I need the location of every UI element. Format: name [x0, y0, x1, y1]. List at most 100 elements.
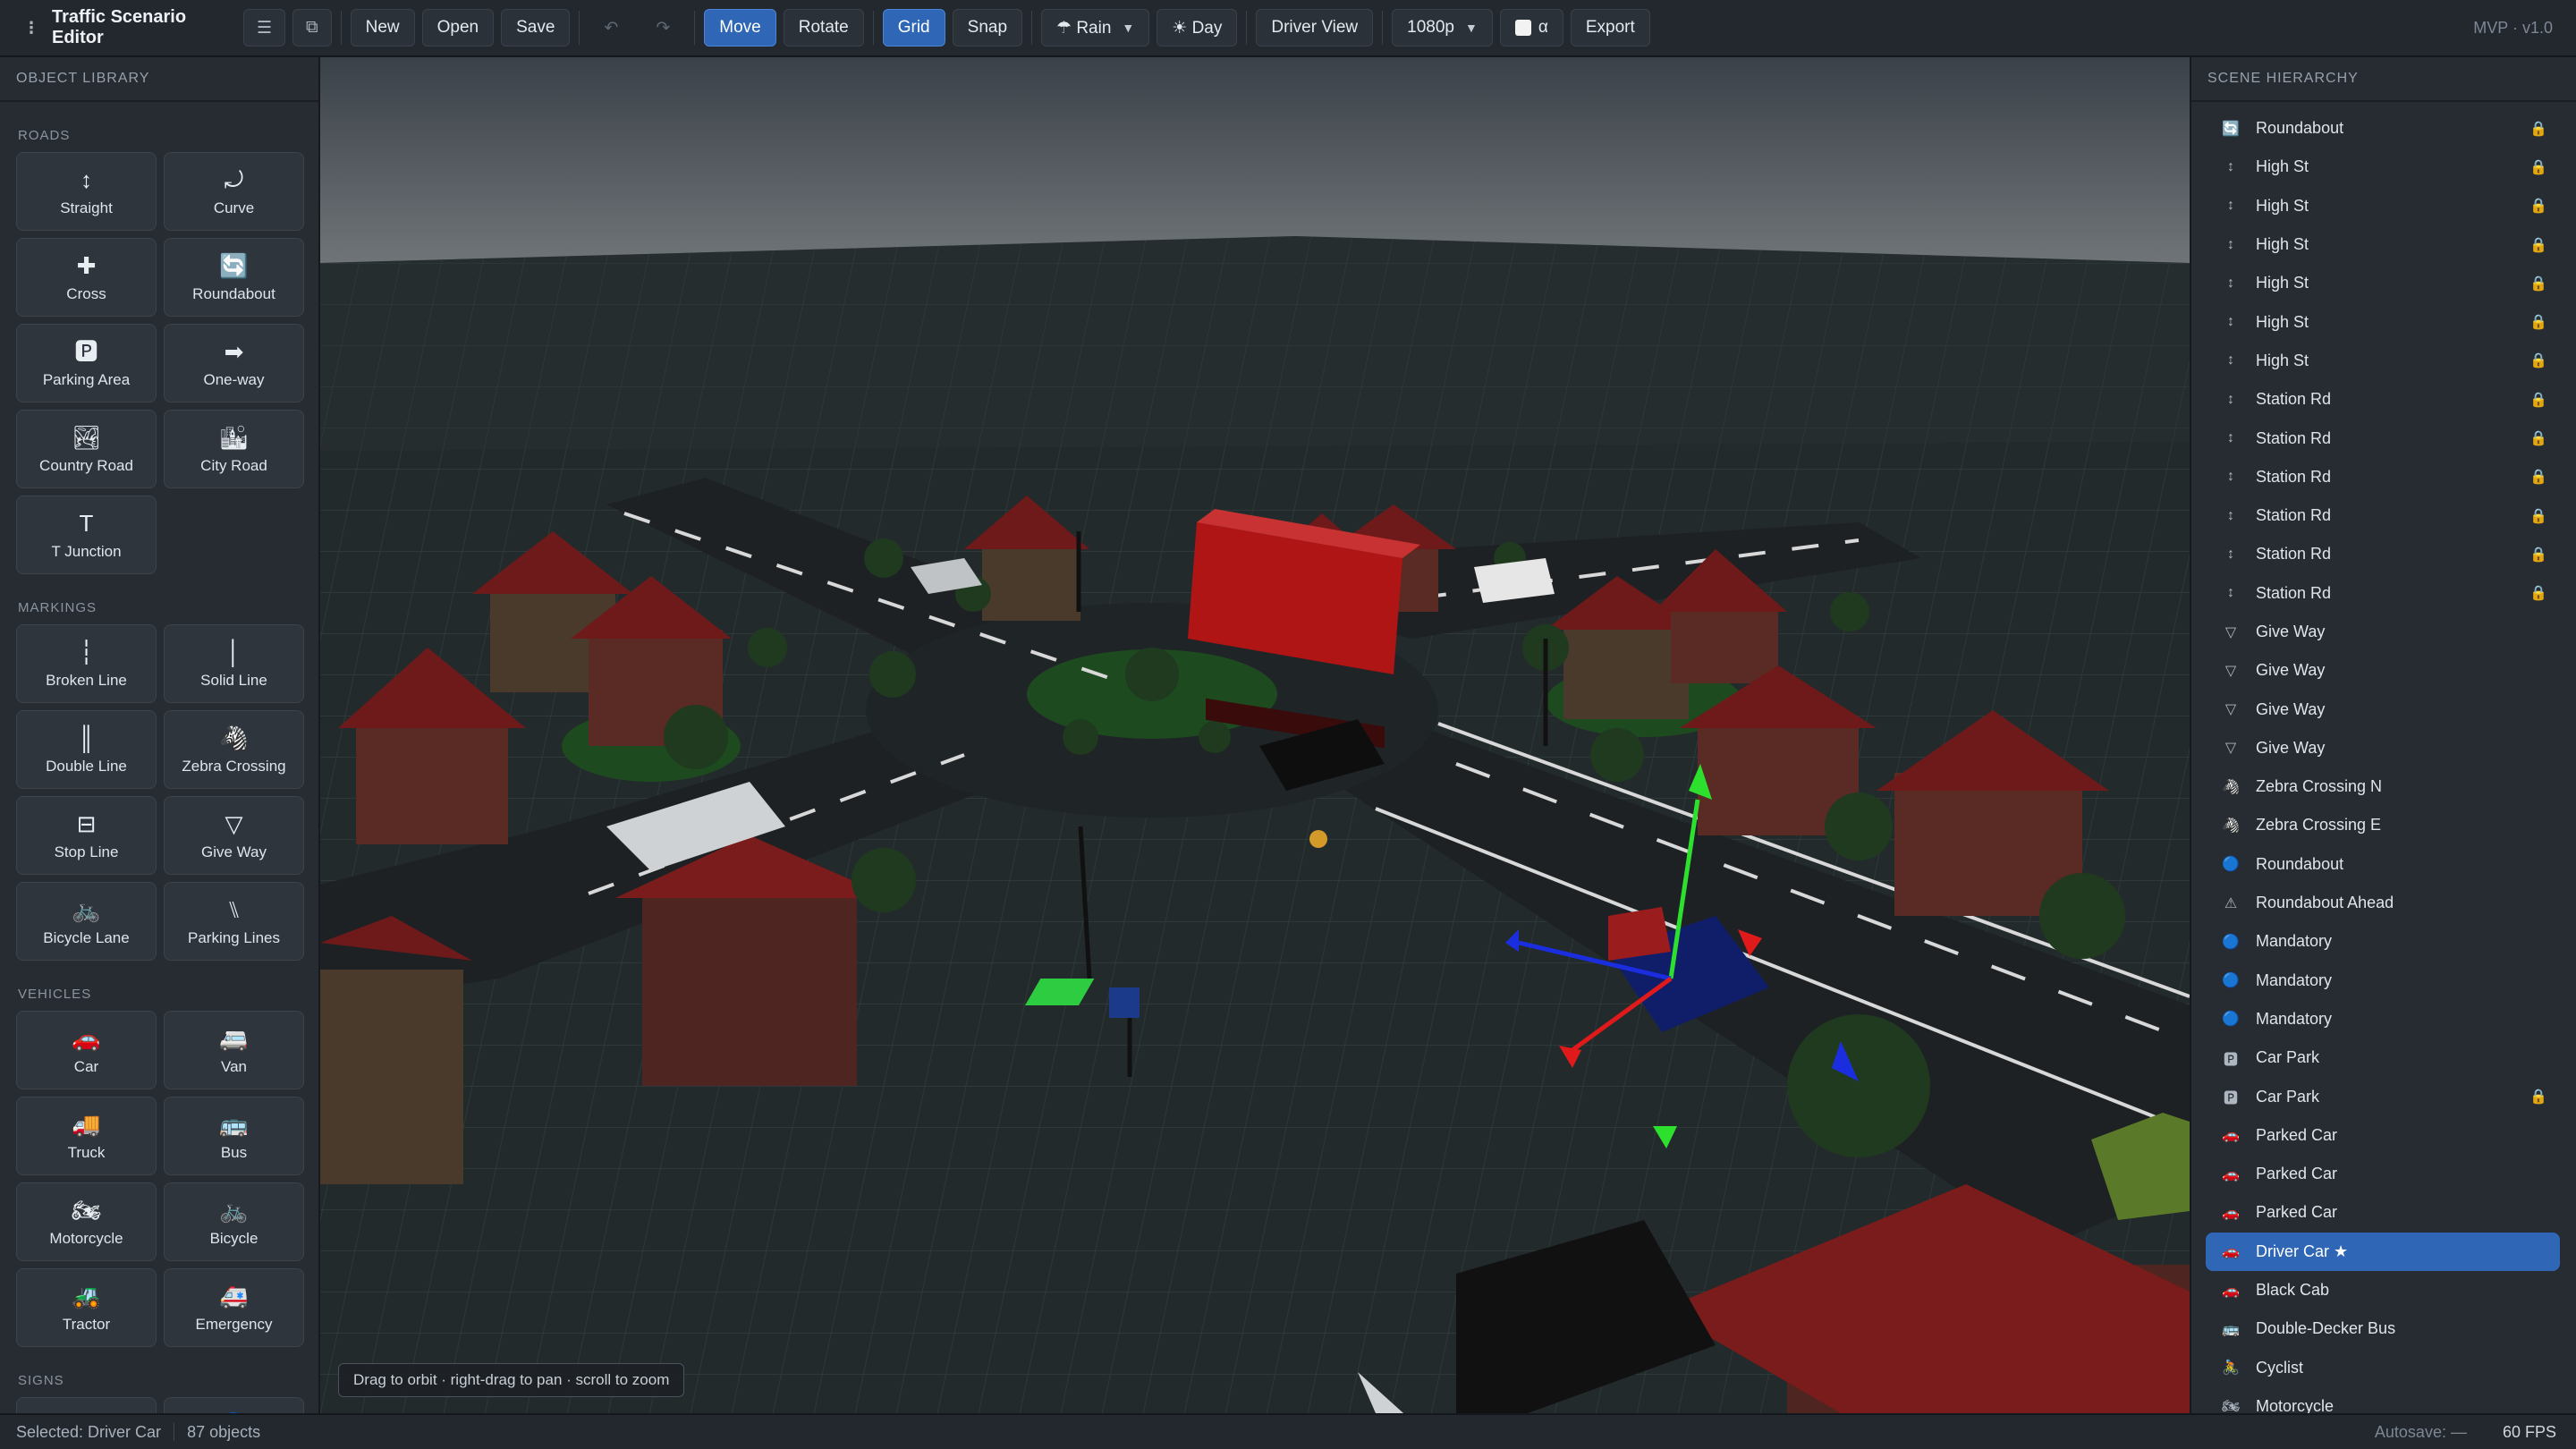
hierarchy-item-station-rd[interactable]: ↕ Station Rd 🔒 — [2206, 419, 2560, 457]
hierarchy-item-parked-car[interactable]: 🚗 Parked Car — [2206, 1193, 2560, 1232]
new-button[interactable]: New — [350, 9, 415, 47]
library-tile-city-road[interactable]: 🏙 City Road — [164, 410, 304, 488]
lock-icon[interactable]: 🔒 — [2529, 197, 2547, 215]
object-type-icon: 🚗 — [2222, 1166, 2240, 1182]
library-tile-motorcycle[interactable]: 🏍 Motorcycle — [16, 1182, 157, 1261]
time-of-day-button[interactable]: ☀ Day — [1157, 9, 1238, 47]
library-tile-parking-area[interactable]: 🅿 Parking Area — [16, 324, 157, 402]
hierarchy-item-cyclist[interactable]: 🚴 Cyclist — [2206, 1349, 2560, 1387]
weather-select[interactable]: ☂ Rain ▼ — [1041, 9, 1150, 47]
library-tile-solid-line[interactable]: │ Solid Line — [164, 624, 304, 703]
lock-icon[interactable]: 🔒 — [2529, 158, 2547, 176]
alpha-checkbox[interactable] — [1514, 20, 1531, 36]
driver-view-button[interactable]: Driver View — [1256, 9, 1374, 47]
3d-viewport[interactable]: Drag to orbit · right-drag to pan · scro… — [320, 57, 2190, 1413]
lock-icon[interactable]: 🔒 — [2529, 468, 2547, 486]
library-tile-bus[interactable]: 🚌 Bus — [164, 1097, 304, 1175]
hierarchy-item-station-rd[interactable]: ↕ Station Rd 🔒 — [2206, 574, 2560, 613]
undo-button[interactable]: ↶ — [589, 9, 633, 47]
hierarchy-item-high-st[interactable]: ↕ High St 🔒 — [2206, 302, 2560, 341]
hierarchy-item-double-decker-bus[interactable]: 🚌 Double-Decker Bus — [2206, 1309, 2560, 1348]
library-tile-give-way[interactable]: ▽ Give Way — [164, 796, 304, 875]
hierarchy-item-black-cab[interactable]: 🚗 Black Cab — [2206, 1271, 2560, 1309]
hierarchy-item-give-way[interactable]: ▽ Give Way — [2206, 690, 2560, 728]
library-tile-car[interactable]: 🚗 Car — [16, 1011, 157, 1089]
open-button[interactable]: Open — [421, 9, 495, 47]
hierarchy-item-motorcycle[interactable]: 🏍 Motorcycle — [2206, 1387, 2560, 1413]
hierarchy-item-driver-car[interactable]: 🚗 Driver Car ★ — [2206, 1232, 2560, 1271]
lock-icon[interactable]: 🔒 — [2529, 352, 2547, 369]
hierarchy-item-give-way[interactable]: ▽ Give Way — [2206, 651, 2560, 690]
library-tile-broken-line[interactable]: ┆ Broken Line — [16, 624, 157, 703]
library-tile-parking-lines[interactable]: ⑊ Parking Lines — [164, 882, 304, 961]
hierarchy-item-roundabout[interactable]: 🔄 Roundabout 🔒 — [2206, 109, 2560, 148]
lock-icon[interactable]: 🔒 — [2529, 120, 2547, 138]
library-tile-truck[interactable]: 🚚 Truck — [16, 1097, 157, 1175]
parking-sign[interactable] — [1109, 987, 1140, 1018]
resolution-select[interactable]: 1080p ▼ — [1392, 9, 1493, 47]
snap-toggle[interactable]: Snap — [952, 9, 1023, 47]
library-tile-van[interactable]: 🚐 Van — [164, 1011, 304, 1089]
lock-icon[interactable]: 🔒 — [2529, 275, 2547, 292]
hierarchy-item-parked-car[interactable]: 🚗 Parked Car — [2206, 1116, 2560, 1155]
lock-icon[interactable]: 🔒 — [2529, 546, 2547, 564]
version-label: MVP · v1.0 — [2473, 18, 2553, 37]
hierarchy-item-car-park[interactable]: 🅿 Car Park — [2206, 1038, 2560, 1077]
scene-render[interactable] — [320, 57, 2190, 1413]
hierarchy-item-roundabout[interactable]: 🔵 Roundabout — [2206, 845, 2560, 884]
redo-button[interactable]: ↷ — [640, 9, 685, 47]
menu-button[interactable]: ☰ — [243, 9, 286, 47]
hierarchy-item-mandatory[interactable]: 🔵 Mandatory — [2206, 922, 2560, 961]
library-tile-bicycle[interactable]: 🚲 Bicycle — [164, 1182, 304, 1261]
hierarchy-item-zebra-crossing-e[interactable]: 🦓 Zebra Crossing E — [2206, 806, 2560, 844]
lock-icon[interactable]: 🔒 — [2529, 236, 2547, 254]
library-tile-country-road[interactable]: 🏞 Country Road — [16, 410, 157, 488]
lock-icon[interactable]: 🔒 — [2529, 429, 2547, 447]
grid-toggle[interactable]: Grid — [882, 9, 945, 47]
library-tile-warning[interactable]: ⚠Warning — [16, 1397, 157, 1413]
hierarchy-item-high-st[interactable]: ↕ High St 🔒 — [2206, 225, 2560, 264]
library-tile-bicycle-lane[interactable]: 🚲 Bicycle Lane — [16, 882, 157, 961]
hierarchy-item-high-st[interactable]: ↕ High St 🔒 — [2206, 148, 2560, 186]
library-tile-straight[interactable]: ↕ Straight — [16, 152, 157, 231]
hierarchy-item-roundabout-ahead[interactable]: ⚠ Roundabout Ahead — [2206, 884, 2560, 922]
library-tile-double-line[interactable]: ║ Double Line — [16, 710, 157, 789]
save-button[interactable]: Save — [501, 9, 571, 47]
cyclist[interactable] — [1309, 830, 1327, 848]
lock-icon[interactable]: 🔒 — [2529, 313, 2547, 331]
hierarchy-item-station-rd[interactable]: ↕ Station Rd 🔒 — [2206, 458, 2560, 496]
hierarchy-item-high-st[interactable]: ↕ High St 🔒 — [2206, 264, 2560, 302]
library-tile-roundabout[interactable]: 🔄 Roundabout — [164, 238, 304, 317]
hierarchy-item-station-rd[interactable]: ↕ Station Rd 🔒 — [2206, 535, 2560, 573]
alpha-toggle[interactable]: α — [1499, 9, 1563, 47]
lock-icon[interactable]: 🔒 — [2529, 584, 2547, 602]
library-tile-one-way[interactable]: ➡ One-way — [164, 324, 304, 402]
library-tile-t-junction[interactable]: T T Junction — [16, 496, 157, 574]
hierarchy-item-station-rd[interactable]: ↕ Station Rd 🔒 — [2206, 496, 2560, 535]
library-tile-cross[interactable]: ✚ Cross — [16, 238, 157, 317]
hierarchy-item-high-st[interactable]: ↕ High St 🔒 — [2206, 187, 2560, 225]
object-type-icon: 🅿 — [2223, 1091, 2238, 1107]
lock-icon[interactable]: 🔒 — [2529, 391, 2547, 409]
hierarchy-item-station-rd[interactable]: ↕ Station Rd 🔒 — [2206, 380, 2560, 419]
library-tile-curve[interactable]: ⤾ Curve — [164, 152, 304, 231]
library-tile-tractor[interactable]: 🚜 Tractor — [16, 1268, 157, 1347]
lock-icon[interactable]: 🔒 — [2529, 1088, 2547, 1106]
move-tool-button[interactable]: Move — [704, 9, 776, 47]
hierarchy-item-zebra-crossing-n[interactable]: 🦓 Zebra Crossing N — [2206, 767, 2560, 806]
hierarchy-item-give-way[interactable]: ▽ Give Way — [2206, 613, 2560, 651]
library-tile-mandatory[interactable]: 🔵Mandatory — [164, 1397, 304, 1413]
library-tile-stop-line[interactable]: ⊟ Stop Line — [16, 796, 157, 875]
duplicate-button[interactable]: ⧉ — [292, 9, 332, 47]
library-tile-emergency[interactable]: 🚑 Emergency — [164, 1268, 304, 1347]
export-button[interactable]: Export — [1570, 9, 1650, 47]
hierarchy-item-parked-car[interactable]: 🚗 Parked Car — [2206, 1155, 2560, 1193]
hierarchy-item-high-st[interactable]: ↕ High St 🔒 — [2206, 342, 2560, 380]
hierarchy-item-mandatory[interactable]: 🔵 Mandatory — [2206, 1000, 2560, 1038]
hierarchy-item-car-park[interactable]: 🅿 Car Park 🔒 — [2206, 1077, 2560, 1115]
lock-icon[interactable]: 🔒 — [2529, 507, 2547, 525]
hierarchy-item-give-way[interactable]: ▽ Give Way — [2206, 729, 2560, 767]
rotate-tool-button[interactable]: Rotate — [783, 9, 864, 47]
library-tile-zebra-crossing[interactable]: 🦓 Zebra Crossing — [164, 710, 304, 789]
hierarchy-item-mandatory[interactable]: 🔵 Mandatory — [2206, 962, 2560, 1000]
